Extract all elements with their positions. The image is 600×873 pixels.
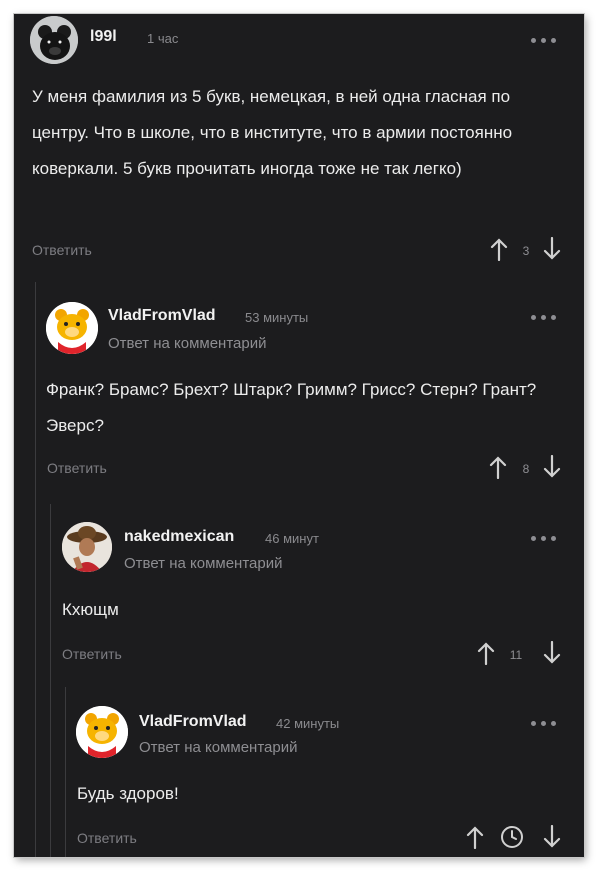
downvote-arrow-icon[interactable]	[542, 641, 562, 665]
clock-icon	[500, 825, 524, 849]
username[interactable]: l99l	[90, 28, 117, 46]
downvote-arrow-icon[interactable]	[542, 455, 562, 479]
more-options-icon[interactable]	[531, 312, 565, 322]
comment-text: Будь здоров!	[77, 784, 179, 803]
comment-text: Франк? Брамс? Брехт? Штарк? Гримм? Грисс…	[46, 380, 537, 435]
more-options-icon[interactable]	[531, 35, 565, 45]
reply-button[interactable]: Ответить	[47, 460, 107, 476]
comment-text: Кхющм	[62, 600, 119, 619]
comment-time: 1 час	[147, 31, 179, 46]
thread-line-level-1	[35, 282, 36, 857]
cartoon-bear-avatar-icon[interactable]	[76, 706, 128, 758]
more-options-icon[interactable]	[531, 533, 565, 543]
reply-button[interactable]: Ответить	[77, 830, 137, 846]
bear-avatar-icon[interactable]	[30, 16, 78, 64]
upvote-arrow-icon[interactable]	[489, 237, 509, 261]
upvote-arrow-icon[interactable]	[476, 641, 496, 665]
comment-time: 53 минуты	[245, 310, 309, 325]
sombrero-person-avatar-icon[interactable]	[62, 522, 112, 572]
username[interactable]: VladFromVlad	[139, 713, 247, 731]
comment-text: У меня фамилия из 5 букв, немецкая, в не…	[32, 87, 513, 178]
username[interactable]: VladFromVlad	[108, 307, 216, 325]
vote-count: 3	[522, 244, 530, 258]
thread-line-level-3	[65, 687, 66, 857]
vote-count: 8	[522, 462, 530, 476]
comment-time: 46 минут	[265, 531, 319, 546]
downvote-arrow-icon[interactable]	[542, 825, 562, 849]
upvote-arrow-icon[interactable]	[488, 455, 508, 479]
vote-count: 11	[509, 648, 523, 662]
reply-to-label: Ответ на комментарий	[124, 555, 283, 572]
reply-to-label: Ответ на комментарий	[108, 335, 267, 352]
username[interactable]: nakedmexican	[124, 528, 234, 546]
cartoon-bear-avatar-icon[interactable]	[46, 302, 98, 354]
reply-button[interactable]: Ответить	[62, 646, 122, 662]
thread-line-level-2	[50, 504, 51, 857]
reply-to-label: Ответ на комментарий	[139, 739, 298, 756]
comment-thread-screenshot: l99l 1 час У меня фамилия из 5 букв, нем…	[14, 14, 584, 857]
comment-time: 42 минуты	[276, 716, 340, 731]
upvote-arrow-icon[interactable]	[465, 825, 485, 849]
downvote-arrow-icon[interactable]	[542, 237, 562, 261]
more-options-icon[interactable]	[531, 718, 565, 728]
reply-button[interactable]: Ответить	[32, 242, 92, 258]
